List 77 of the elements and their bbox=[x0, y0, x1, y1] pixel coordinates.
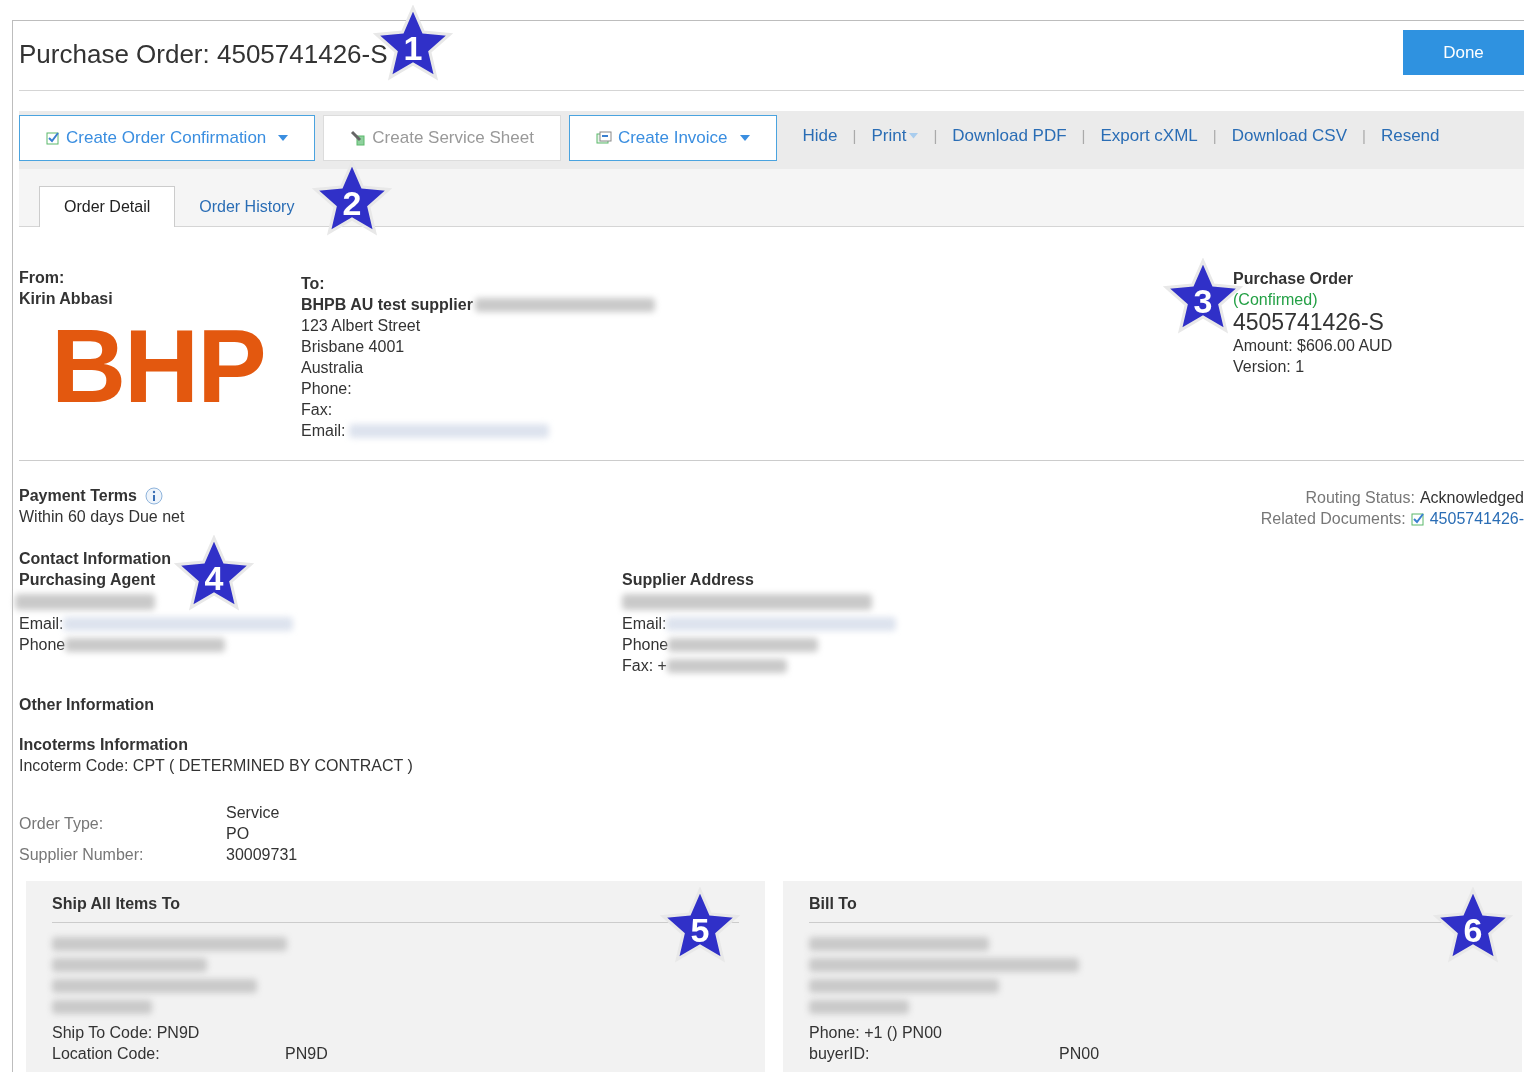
separator: | bbox=[1212, 125, 1217, 146]
field-value: PN9D bbox=[285, 1044, 328, 1064]
page-title: Purchase Order: 4505741426-S bbox=[19, 38, 388, 71]
address-line: Australia bbox=[301, 358, 364, 378]
checkbox-icon bbox=[46, 131, 60, 145]
company-logo: BHP bbox=[51, 321, 265, 411]
checkbox-icon bbox=[1410, 511, 1425, 526]
routing-status-label: Routing Status: bbox=[1305, 488, 1415, 508]
separator: | bbox=[933, 125, 938, 146]
related-documents-label: Related Documents: bbox=[1260, 509, 1406, 529]
field-label: Ship To Code: PN9D bbox=[52, 1023, 200, 1043]
summary-heading: Purchase Order bbox=[1233, 269, 1354, 289]
order-amount: Amount: $606.00 AUD bbox=[1233, 336, 1393, 356]
phone-label: Phone: bbox=[301, 379, 352, 399]
subsection-heading: Purchasing Agent bbox=[19, 570, 156, 590]
subsection-heading: Supplier Address bbox=[622, 570, 754, 590]
field-value: 30009731 bbox=[226, 845, 298, 865]
document-icon bbox=[595, 131, 612, 145]
email-label: Email: bbox=[301, 421, 346, 441]
field-value: PO bbox=[226, 824, 250, 844]
separator: | bbox=[1362, 125, 1366, 146]
from-label: From: bbox=[19, 268, 65, 288]
section-heading: Other Information bbox=[19, 695, 155, 715]
toolbar-link[interactable]: Export cXML bbox=[1100, 123, 1198, 149]
panel-heading: Bill To bbox=[809, 894, 857, 914]
callout-number: 5 bbox=[690, 913, 710, 947]
fax-label: Fax: + bbox=[622, 656, 667, 676]
toolbar-link[interactable]: Print bbox=[871, 123, 919, 149]
field-value: PN00 bbox=[1059, 1044, 1100, 1064]
caret-icon bbox=[278, 135, 289, 141]
supplier-name: BHPB AU test supplier bbox=[301, 295, 473, 315]
wrench-icon bbox=[350, 130, 367, 146]
callout-number: 2 bbox=[342, 186, 362, 220]
toolbar-link[interactable]: Download PDF bbox=[952, 123, 1067, 149]
tab[interactable]: Order History bbox=[199, 186, 295, 227]
section-heading: Payment Terms bbox=[19, 486, 137, 506]
panel-heading: Ship All Items To bbox=[52, 894, 180, 914]
payment-terms-value: Within 60 days Due net bbox=[19, 507, 185, 527]
routing-status-value: Acknowledged bbox=[1419, 488, 1524, 508]
callout-number: 1 bbox=[403, 31, 423, 65]
address-line: 123 Albert Street bbox=[301, 316, 421, 336]
email-label: Email: bbox=[622, 614, 667, 634]
callout-number: 4 bbox=[204, 561, 224, 595]
caret-icon bbox=[739, 135, 750, 141]
caret-icon bbox=[909, 133, 919, 139]
toolbar-button[interactable]: Create Invoice bbox=[568, 115, 777, 161]
fax-label: Fax: bbox=[301, 400, 333, 420]
field-label: Order Type: bbox=[19, 813, 104, 834]
separator: | bbox=[852, 125, 857, 146]
incoterm-code: Incoterm Code: CPT ( DETERMINED BY CONTRACT ) bbox=[19, 756, 413, 776]
done-button[interactable]: Done bbox=[1403, 30, 1524, 75]
toolbar-button[interactable]: Create Order Confirmation bbox=[19, 115, 316, 161]
phone-label: Phone bbox=[622, 635, 669, 655]
separator: | bbox=[1081, 125, 1086, 146]
toolbar-link[interactable]: Download CSV bbox=[1231, 123, 1347, 149]
email-label: Email: bbox=[19, 614, 64, 634]
info-icon[interactable] bbox=[145, 486, 163, 505]
phone-label: Phone bbox=[19, 635, 66, 655]
sender-name: Kirin Abbasi bbox=[19, 289, 113, 309]
field-label: Location Code: bbox=[52, 1044, 160, 1064]
callout-number: 3 bbox=[1193, 284, 1213, 318]
field-value: Service bbox=[226, 803, 280, 823]
order-version: Version: 1 bbox=[1233, 357, 1305, 377]
to-label: To: bbox=[301, 274, 325, 294]
address-line: Brisbane 4001 bbox=[301, 337, 405, 357]
section-heading: Contact Information bbox=[19, 549, 171, 569]
callout-number: 6 bbox=[1463, 913, 1483, 947]
field-label: buyerID: bbox=[809, 1044, 870, 1064]
field-label: Supplier Number: bbox=[19, 845, 144, 865]
tab[interactable]: Order Detail bbox=[39, 186, 176, 227]
order-status: (Confirmed) bbox=[1233, 290, 1318, 310]
toolbar-link[interactable]: Resend bbox=[1380, 123, 1440, 149]
related-document-link[interactable]: 4505741426- bbox=[1429, 508, 1524, 529]
field-label: Phone: +1 () PN00 bbox=[809, 1023, 942, 1043]
section-heading: Incoterms Information bbox=[19, 735, 188, 755]
toolbar-link[interactable]: Hide bbox=[802, 123, 838, 149]
order-number: 4505741426-S bbox=[1233, 310, 1384, 335]
